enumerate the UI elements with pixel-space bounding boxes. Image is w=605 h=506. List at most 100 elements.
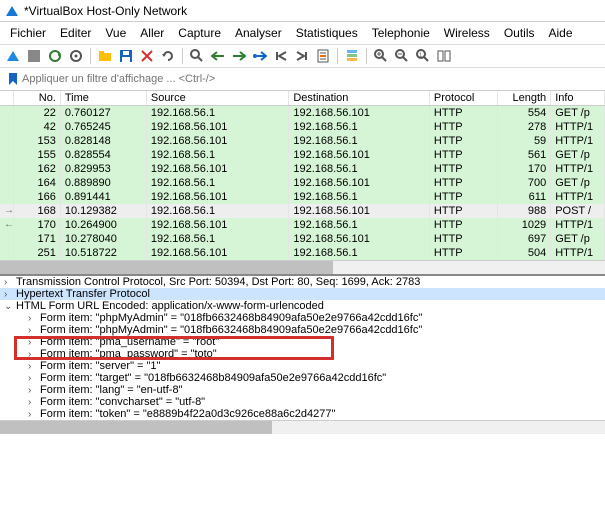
separator (337, 48, 338, 64)
cell-info: HTTP/1 (551, 120, 605, 134)
col-header-info[interactable]: Info (551, 91, 605, 105)
cell-source: 192.168.56.101 (147, 162, 290, 176)
cell-destination: 192.168.56.1 (289, 134, 430, 148)
cell-destination: 192.168.56.101 (289, 204, 430, 218)
jump-to-icon[interactable] (251, 47, 269, 65)
zoom-out-icon[interactable] (393, 47, 411, 65)
options-icon[interactable] (67, 47, 85, 65)
cell-info: HTTP/1 (551, 246, 605, 260)
h-scrollbar-details[interactable] (0, 420, 605, 434)
zoom-in-icon[interactable] (372, 47, 390, 65)
menu-file[interactable]: Fichier (4, 24, 52, 42)
proto-tcp[interactable]: ›Transmission Control Protocol, Src Port… (0, 276, 605, 288)
menu-capture[interactable]: Capture (172, 24, 227, 42)
form-item[interactable]: ›Form item: "server" = "1" (0, 360, 605, 372)
bookmark-icon[interactable] (4, 70, 22, 88)
cell-length: 611 (498, 190, 551, 204)
cell-length: 504 (498, 246, 551, 260)
cell-info: HTTP/1 (551, 218, 605, 232)
h-scrollbar[interactable] (0, 260, 605, 274)
cell-no: 42 (14, 120, 61, 134)
menu-go[interactable]: Aller (134, 24, 170, 42)
packet-row[interactable]: 220.760127192.168.56.1192.168.56.101HTTP… (0, 106, 605, 120)
menu-help[interactable]: Aide (543, 24, 579, 42)
packet-marker (0, 134, 14, 148)
form-item[interactable]: ›Form item: "phpMyAdmin" = "018fb6632468… (0, 312, 605, 324)
col-header-no[interactable]: No. (14, 91, 61, 105)
form-item[interactable]: ›Form item: "pma_password" = "toto" (0, 348, 605, 360)
go-last-icon[interactable] (293, 47, 311, 65)
find-icon[interactable] (188, 47, 206, 65)
form-item[interactable]: ›Form item: "token" = "e8889b4f22a0d3c92… (0, 408, 605, 420)
cell-protocol: HTTP (430, 106, 498, 120)
packet-row[interactable]: ←17010.264900192.168.56.101192.168.56.1H… (0, 218, 605, 232)
cell-time: 10.518722 (61, 246, 147, 260)
colorize-icon[interactable] (343, 47, 361, 65)
form-item[interactable]: ›Form item: "phpMyAdmin" = "018fb6632468… (0, 324, 605, 336)
packet-details[interactable]: ›Transmission Control Protocol, Src Port… (0, 276, 605, 420)
cell-destination: 192.168.56.1 (289, 218, 430, 232)
menu-tools[interactable]: Outils (498, 24, 541, 42)
cell-info: GET /p (551, 106, 605, 120)
col-header-source[interactable]: Source (147, 91, 290, 105)
packet-marker (0, 246, 14, 260)
packet-row[interactable]: →16810.129382192.168.56.1192.168.56.101H… (0, 204, 605, 218)
cell-protocol: HTTP (430, 232, 498, 246)
separator (90, 48, 91, 64)
cell-source: 192.168.56.1 (147, 204, 290, 218)
menu-analyze[interactable]: Analyser (229, 24, 288, 42)
menu-wireless[interactable]: Wireless (438, 24, 496, 42)
proto-form-header[interactable]: ⌄HTML Form URL Encoded: application/x-ww… (0, 300, 605, 312)
reload-icon[interactable] (159, 47, 177, 65)
cell-protocol: HTTP (430, 176, 498, 190)
packet-row[interactable]: 420.765245192.168.56.101192.168.56.1HTTP… (0, 120, 605, 134)
zoom-reset-icon[interactable]: 1 (414, 47, 432, 65)
cell-destination: 192.168.56.1 (289, 190, 430, 204)
separator (182, 48, 183, 64)
go-back-icon[interactable] (209, 47, 227, 65)
cell-time: 0.891441 (61, 190, 147, 204)
cell-length: 697 (498, 232, 551, 246)
display-filter-input[interactable] (22, 73, 601, 85)
packet-row[interactable]: 1550.828554192.168.56.1192.168.56.101HTT… (0, 148, 605, 162)
packet-row[interactable]: 1530.828148192.168.56.101192.168.56.1HTT… (0, 134, 605, 148)
form-item[interactable]: ›Form item: "convcharset" = "utf-8" (0, 396, 605, 408)
menu-telephony[interactable]: Telephonie (366, 24, 436, 42)
form-item[interactable]: ›Form item: "lang" = "en-utf-8" (0, 384, 605, 396)
menu-view[interactable]: Vue (99, 24, 132, 42)
packet-row[interactable]: 1640.889890192.168.56.1192.168.56.101HTT… (0, 176, 605, 190)
packet-row[interactable]: 1620.829953192.168.56.101192.168.56.1HTT… (0, 162, 605, 176)
open-file-icon[interactable] (96, 47, 114, 65)
start-capture-icon[interactable] (4, 47, 22, 65)
cell-source: 192.168.56.1 (147, 176, 290, 190)
form-item[interactable]: ›Form item: "target" = "018fb6632468b849… (0, 372, 605, 384)
restart-capture-icon[interactable] (46, 47, 64, 65)
col-header-protocol[interactable]: Protocol (430, 91, 498, 105)
cell-time: 0.889890 (61, 176, 147, 190)
col-header-destination[interactable]: Destination (289, 91, 430, 105)
packet-list-body[interactable]: 220.760127192.168.56.1192.168.56.101HTTP… (0, 106, 605, 260)
menu-edit[interactable]: Editer (54, 24, 97, 42)
close-file-icon[interactable] (138, 47, 156, 65)
cell-destination: 192.168.56.101 (289, 148, 430, 162)
proto-http[interactable]: ›Hypertext Transfer Protocol (0, 288, 605, 300)
col-header-length[interactable]: Length (498, 91, 551, 105)
stop-capture-icon[interactable] (25, 47, 43, 65)
packet-marker (0, 106, 14, 120)
menu-stats[interactable]: Statistiques (290, 24, 364, 42)
save-file-icon[interactable] (117, 47, 135, 65)
packet-marker (0, 176, 14, 190)
cell-length: 700 (498, 176, 551, 190)
resize-columns-icon[interactable] (435, 47, 453, 65)
cell-length: 59 (498, 134, 551, 148)
go-forward-icon[interactable] (230, 47, 248, 65)
cell-info: GET /p (551, 148, 605, 162)
cell-source: 192.168.56.1 (147, 148, 290, 162)
col-header-time[interactable]: Time (61, 91, 147, 105)
packet-row[interactable]: 1660.891441192.168.56.101192.168.56.1HTT… (0, 190, 605, 204)
packet-row[interactable]: 17110.278040192.168.56.1192.168.56.101HT… (0, 232, 605, 246)
auto-scroll-icon[interactable] (314, 47, 332, 65)
go-first-icon[interactable] (272, 47, 290, 65)
packet-row[interactable]: 25110.518722192.168.56.101192.168.56.1HT… (0, 246, 605, 260)
form-item[interactable]: ›Form item: "pma_username" = "root" (0, 336, 605, 348)
